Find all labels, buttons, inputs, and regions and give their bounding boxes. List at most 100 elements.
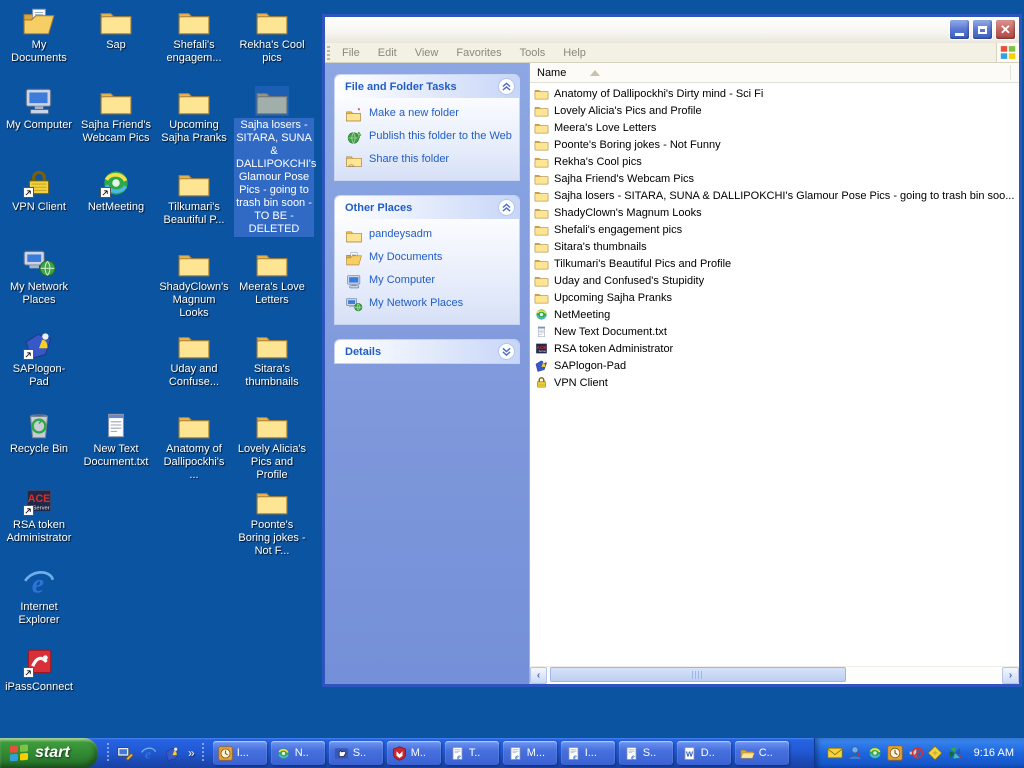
menu-help[interactable]: Help <box>554 45 595 61</box>
task-link-share-this-folder[interactable]: Share this folder <box>345 153 513 168</box>
file-row[interactable]: Lovely Alicia's Pics and Profile <box>530 102 1019 119</box>
task-link-my-network-places[interactable]: My Network Places <box>345 297 513 312</box>
file-row[interactable]: Uday and Confused's Stupidity <box>530 272 1019 289</box>
menu-file[interactable]: File <box>333 45 369 61</box>
window-titlebar[interactable]: ✕ <box>325 17 1019 43</box>
quick-launch-more-chevron[interactable]: » <box>188 746 195 760</box>
section-header-file-and-folder-tasks[interactable]: File and Folder Tasks <box>335 75 519 98</box>
buddy-icon[interactable] <box>847 745 863 761</box>
task-link-make-a-new-folder[interactable]: *Make a new folder <box>345 107 513 122</box>
file-row[interactable]: ShadyClown's Magnum Looks <box>530 204 1019 221</box>
maximize-button[interactable] <box>972 19 993 40</box>
menu-favorites[interactable]: Favorites <box>447 45 510 61</box>
file-row[interactable]: ACEServerRSA token Administrator <box>530 340 1019 357</box>
task-link-label: My Network Places <box>369 297 463 310</box>
system-tray: 9:16 AM <box>814 738 1024 768</box>
file-row[interactable]: Sitara's thumbnails <box>530 238 1019 255</box>
file-row[interactable]: Sajha losers - SITARA, SUNA & DALLIPOKCH… <box>530 187 1019 204</box>
taskbar-window-button[interactable]: C.. <box>735 741 789 765</box>
file-row[interactable]: Poonte's Boring jokes - Not Funny <box>530 136 1019 153</box>
toolbar-grippy[interactable] <box>327 46 330 60</box>
start-button[interactable]: start <box>0 738 98 768</box>
mail-icon[interactable] <box>827 745 843 761</box>
desktop-icon[interactable]: My Computer <box>1 86 77 133</box>
menu-tools[interactable]: Tools <box>511 45 555 61</box>
desktop-icon[interactable]: eInternet Explorer <box>1 568 77 628</box>
scroll-left-button[interactable]: ‹ <box>530 667 547 684</box>
desktop-icon[interactable]: Upcoming Sajha Pranks <box>156 86 232 146</box>
task-link-publish-this-folder-to-the-web[interactable]: Publish this folder to the Web <box>345 130 513 145</box>
section-header-details[interactable]: Details <box>335 340 519 363</box>
desktop-icon[interactable]: Uday and Confuse... <box>156 330 232 390</box>
internet-explorer-icon[interactable]: e <box>140 745 157 762</box>
file-row[interactable]: Anatomy of Dallipockhi's Dirty mind - Sc… <box>530 85 1019 102</box>
desktop-icon[interactable]: Anatomy of Dallipockhi's ... <box>156 410 232 483</box>
taskbar-window-button[interactable]: I... <box>213 741 267 765</box>
task-link-pandeysadm[interactable]: pandeysadm <box>345 228 513 243</box>
close-button[interactable]: ✕ <box>995 19 1016 40</box>
desktop-icon[interactable]: Poonte's Boring jokes - Not F... <box>234 486 310 559</box>
taskbar-window-button[interactable]: eT.. <box>445 741 499 765</box>
folder-icon <box>534 138 549 151</box>
desktop-icon[interactable]: Sajha Friend's Webcam Pics <box>78 86 154 146</box>
desktop-icon[interactable]: My Network Places <box>1 248 77 308</box>
desktop-icon[interactable]: iPassConnect <box>1 648 77 695</box>
taskbar-window-button[interactable]: eS.. <box>619 741 673 765</box>
desktop-icon[interactable]: Sitara's thumbnails <box>234 330 310 390</box>
file-row[interactable]: Sajha Friend's Webcam Pics <box>530 170 1019 187</box>
file-row[interactable]: VPN Client <box>530 374 1019 391</box>
menu-view[interactable]: View <box>406 45 448 61</box>
desktop-icon[interactable]: Tilkumari's Beautiful P... <box>156 168 232 228</box>
mute-icon[interactable] <box>907 745 923 761</box>
show-desktop-icon[interactable] <box>116 745 133 762</box>
file-row[interactable]: SAPlogon-Pad <box>530 357 1019 374</box>
chevron-up-icon[interactable] <box>498 78 515 95</box>
desktop-icon[interactable]: NetMeeting <box>78 168 154 215</box>
file-row[interactable]: NetMeeting <box>530 306 1019 323</box>
desktop-icon[interactable]: Lovely Alicia's Pics and Profile <box>234 410 310 483</box>
pinwheel-icon[interactable] <box>947 745 963 761</box>
desktop-icon[interactable]: ACEServerRSA token Administrator <box>1 486 77 546</box>
token-icon[interactable] <box>927 745 943 761</box>
netmeeting-icon[interactable] <box>867 745 883 761</box>
desktop-icon[interactable]: New Text Document.txt <box>78 410 154 470</box>
taskbar-window-button[interactable]: S.. <box>329 741 383 765</box>
desktop-icon[interactable]: VPN Client <box>1 168 77 215</box>
taskbar-window-button[interactable]: eM... <box>503 741 557 765</box>
minimize-button[interactable] <box>949 19 970 40</box>
taskbar-window-button[interactable]: M.. <box>387 741 441 765</box>
file-row[interactable]: Upcoming Sajha Pranks <box>530 289 1019 306</box>
desktop-icon[interactable]: Sap <box>78 6 154 53</box>
file-row[interactable]: Rekha's Cool pics <box>530 153 1019 170</box>
desktop-icon[interactable]: Meera's Love Letters <box>234 248 310 308</box>
desktop-icon-label: Sajha losers - SITARA, SUNA & DALLIPOKCH… <box>234 118 314 237</box>
file-row[interactable]: Meera's Love Letters <box>530 119 1019 136</box>
taskbar-window-button[interactable]: WD.. <box>677 741 731 765</box>
task-link-my-computer[interactable]: My Computer <box>345 274 513 289</box>
scrollbar-track[interactable] <box>547 667 1002 684</box>
column-divider[interactable] <box>1010 65 1011 80</box>
desktop-icon[interactable]: Sajha losers - SITARA, SUNA & DALLIPOKCH… <box>234 86 310 237</box>
desktop-icon[interactable]: Recycle Bin <box>1 410 77 457</box>
scrollbar-thumb[interactable] <box>550 667 846 682</box>
scroll-right-button[interactable]: › <box>1002 667 1019 684</box>
desktop-icon[interactable]: ShadyClown's Magnum Looks <box>156 248 232 321</box>
column-header-name[interactable]: Name <box>530 63 1019 83</box>
file-row[interactable]: New Text Document.txt <box>530 323 1019 340</box>
file-row[interactable]: Shefali's engagement pics <box>530 221 1019 238</box>
desktop-icon[interactable]: SAPlogon-Pad <box>1 330 77 390</box>
desktop-icon[interactable]: My Documents <box>1 6 77 66</box>
task-link-my-documents[interactable]: My Documents <box>345 251 513 266</box>
desktop-icon[interactable]: Shefali's engagem... <box>156 6 232 66</box>
sap-logon-icon[interactable] <box>164 745 181 762</box>
file-name: Sajha losers - SITARA, SUNA & DALLIPOKCH… <box>554 190 1014 202</box>
taskbar-window-button[interactable]: N.. <box>271 741 325 765</box>
timesheet-icon[interactable] <box>887 745 903 761</box>
section-header-other-places[interactable]: Other Places <box>335 196 519 219</box>
chevron-up-icon[interactable] <box>498 199 515 216</box>
file-row[interactable]: Tilkumari's Beautiful Pics and Profile <box>530 255 1019 272</box>
desktop-icon[interactable]: Rekha's Cool pics <box>234 6 310 66</box>
chevron-down-icon[interactable] <box>498 343 515 360</box>
menu-edit[interactable]: Edit <box>369 45 406 61</box>
taskbar-window-button[interactable]: eI... <box>561 741 615 765</box>
